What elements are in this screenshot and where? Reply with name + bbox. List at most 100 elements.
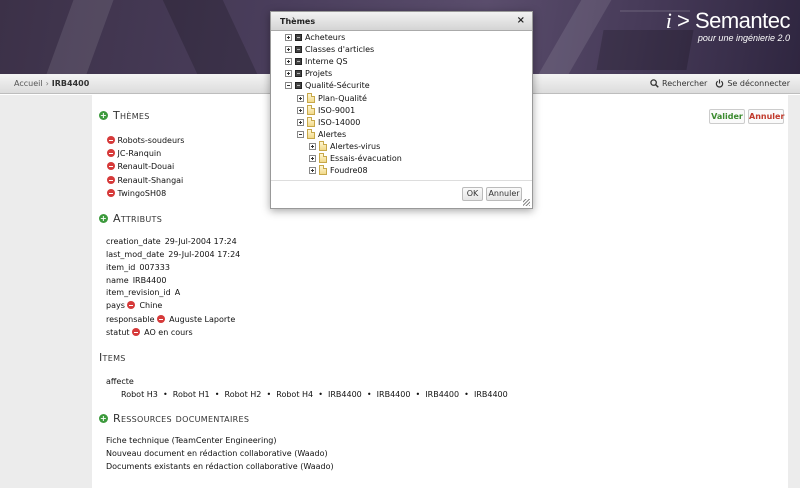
tree-node-label[interactable]: Interne QS [305,57,348,66]
search-link[interactable]: Rechercher [650,79,707,88]
tree-node[interactable]: Foudre08 [309,165,368,175]
tree-node[interactable]: ISO-9001 [297,105,355,115]
theme-label[interactable]: JC-Ranquin [118,149,162,158]
item-link[interactable]: Robot H2 [225,390,262,399]
collapse-icon[interactable] [285,82,292,89]
tree-node[interactable]: Plan-Qualité [297,93,367,103]
remove-icon[interactable] [107,189,115,197]
tree-node[interactable]: Interne QS [285,57,348,66]
tree-node-label[interactable]: Plan-Qualité [318,94,367,103]
remove-icon[interactable] [157,315,166,323]
theme-item: TwingoSH08 [107,189,166,198]
remove-icon[interactable] [107,136,115,144]
resource-link[interactable]: Fiche technique (TeamCenter Engineering) [106,436,276,445]
item-link[interactable]: Robot H4 [276,390,313,399]
item-link[interactable]: Robot H1 [173,390,210,399]
dialog-cancel-button[interactable]: Annuler [486,187,522,201]
tree-node-label[interactable]: Qualité-Sécurite [305,81,370,90]
attribute-value[interactable]: Auguste Laporte [169,315,235,324]
expand-icon[interactable] [309,142,316,150]
remove-icon[interactable] [127,301,136,309]
items-title: Items [99,351,126,364]
attribute-value: 007333 [139,263,170,272]
resource-link[interactable]: Documents existants en rédaction collabo… [106,462,334,471]
tree-node[interactable]: Projets [285,69,332,78]
theme-item: Renault-Douai [107,162,174,171]
attribute-value: A [174,288,181,297]
tree-node[interactable]: ISO-14000 [297,117,360,127]
brand-tagline: pour une ingénierie 2.0 [697,33,790,43]
tree-node[interactable]: Classes d'articles [285,45,374,54]
item-link[interactable]: IRB4400 [474,390,508,399]
validate-button[interactable]: Valider [709,109,745,124]
add-resource-icon[interactable]: + [99,414,108,423]
remove-icon[interactable] [107,149,115,157]
tree-node-label[interactable]: ISO-9001 [318,106,355,115]
remove-icon[interactable] [132,328,141,336]
tree-node-label[interactable]: Foudre08 [330,166,368,175]
folder-icon [295,58,302,65]
attribute-row: pays Chine [106,301,162,310]
expand-icon[interactable] [309,166,316,174]
document-icon [319,165,327,175]
expand-icon[interactable] [309,154,316,162]
attribute-row: responsable Auguste Laporte [106,315,235,324]
remove-icon[interactable] [107,176,115,184]
logout-link[interactable]: Se déconnecter [715,79,790,88]
attribute-key: statut [106,328,130,337]
tree-node-label[interactable]: Acheteurs [305,33,345,42]
attribute-value[interactable]: AO en cours [144,328,193,337]
tree-node[interactable]: Alertes-virus [309,141,380,151]
tree-node-label[interactable]: ISO-14000 [318,118,360,127]
brand-logo[interactable]: i > Semantec pour une ingénierie 2.0 [666,8,791,43]
folder-icon [295,46,302,53]
tree-node-label[interactable]: Alertes-virus [330,142,380,151]
attribute-row: creation_date 29-Jul-2004 17:24 [106,237,237,246]
expand-icon[interactable] [285,34,292,41]
tree-node-label[interactable]: Alertes [318,130,346,139]
expand-icon[interactable] [285,70,292,77]
items-section-title: Items [99,351,126,364]
ok-button[interactable]: OK [462,187,483,201]
resize-handle-icon[interactable] [523,199,530,206]
item-link[interactable]: IRB4400 [328,390,362,399]
collapse-icon[interactable] [297,130,304,138]
theme-label[interactable]: TwingoSH08 [118,189,167,198]
tree-node-label[interactable]: Classes d'articles [305,45,374,54]
resources-title: Ressources documentaires [113,412,250,425]
item-link[interactable]: IRB4400 [377,390,411,399]
cancel-button[interactable]: Annuler [748,109,784,124]
tree-node[interactable]: Essais-évacuation [309,153,402,163]
attribute-key: responsable [106,315,155,324]
logout-link-label: Se déconnecter [727,79,790,88]
expand-icon[interactable] [297,106,304,114]
expand-icon[interactable] [297,94,304,102]
tree-node-label[interactable]: Projets [305,69,332,78]
attribute-value[interactable]: Chine [139,301,162,310]
remove-icon[interactable] [107,162,115,170]
theme-label[interactable]: Renault-Shangai [118,176,184,185]
dialog-titlebar[interactable]: Thèmes × [271,12,532,31]
tree-node[interactable]: Alertes [297,129,346,139]
theme-label[interactable]: Robots-soudeurs [118,136,185,145]
tree-node[interactable]: Qualité-Sécurite [285,81,370,90]
items-relation-label: affecte [106,377,134,386]
theme-label[interactable]: Renault-Douai [118,162,175,171]
item-link[interactable]: Robot H3 [121,390,158,399]
tree-node[interactable]: Acheteurs [285,33,345,42]
add-attribute-icon[interactable]: + [99,214,108,223]
resources-section-title: + Ressources documentaires [99,412,249,425]
brand-name: > Semantec [676,8,791,33]
resource-link[interactable]: Nouveau document en rédaction collaborat… [106,449,328,458]
item-link[interactable]: IRB4400 [425,390,459,399]
add-theme-icon[interactable]: + [99,111,108,120]
expand-icon[interactable] [285,46,292,53]
close-icon[interactable]: × [517,15,525,26]
breadcrumb-home-link[interactable]: Accueil [14,79,43,88]
breadcrumb: Accueil › IRB4400 [14,79,89,88]
theme-item: Robots-soudeurs [107,136,184,145]
expand-icon[interactable] [297,118,304,126]
folder-icon [295,34,302,41]
expand-icon[interactable] [285,58,292,65]
tree-node-label[interactable]: Essais-évacuation [330,154,402,163]
